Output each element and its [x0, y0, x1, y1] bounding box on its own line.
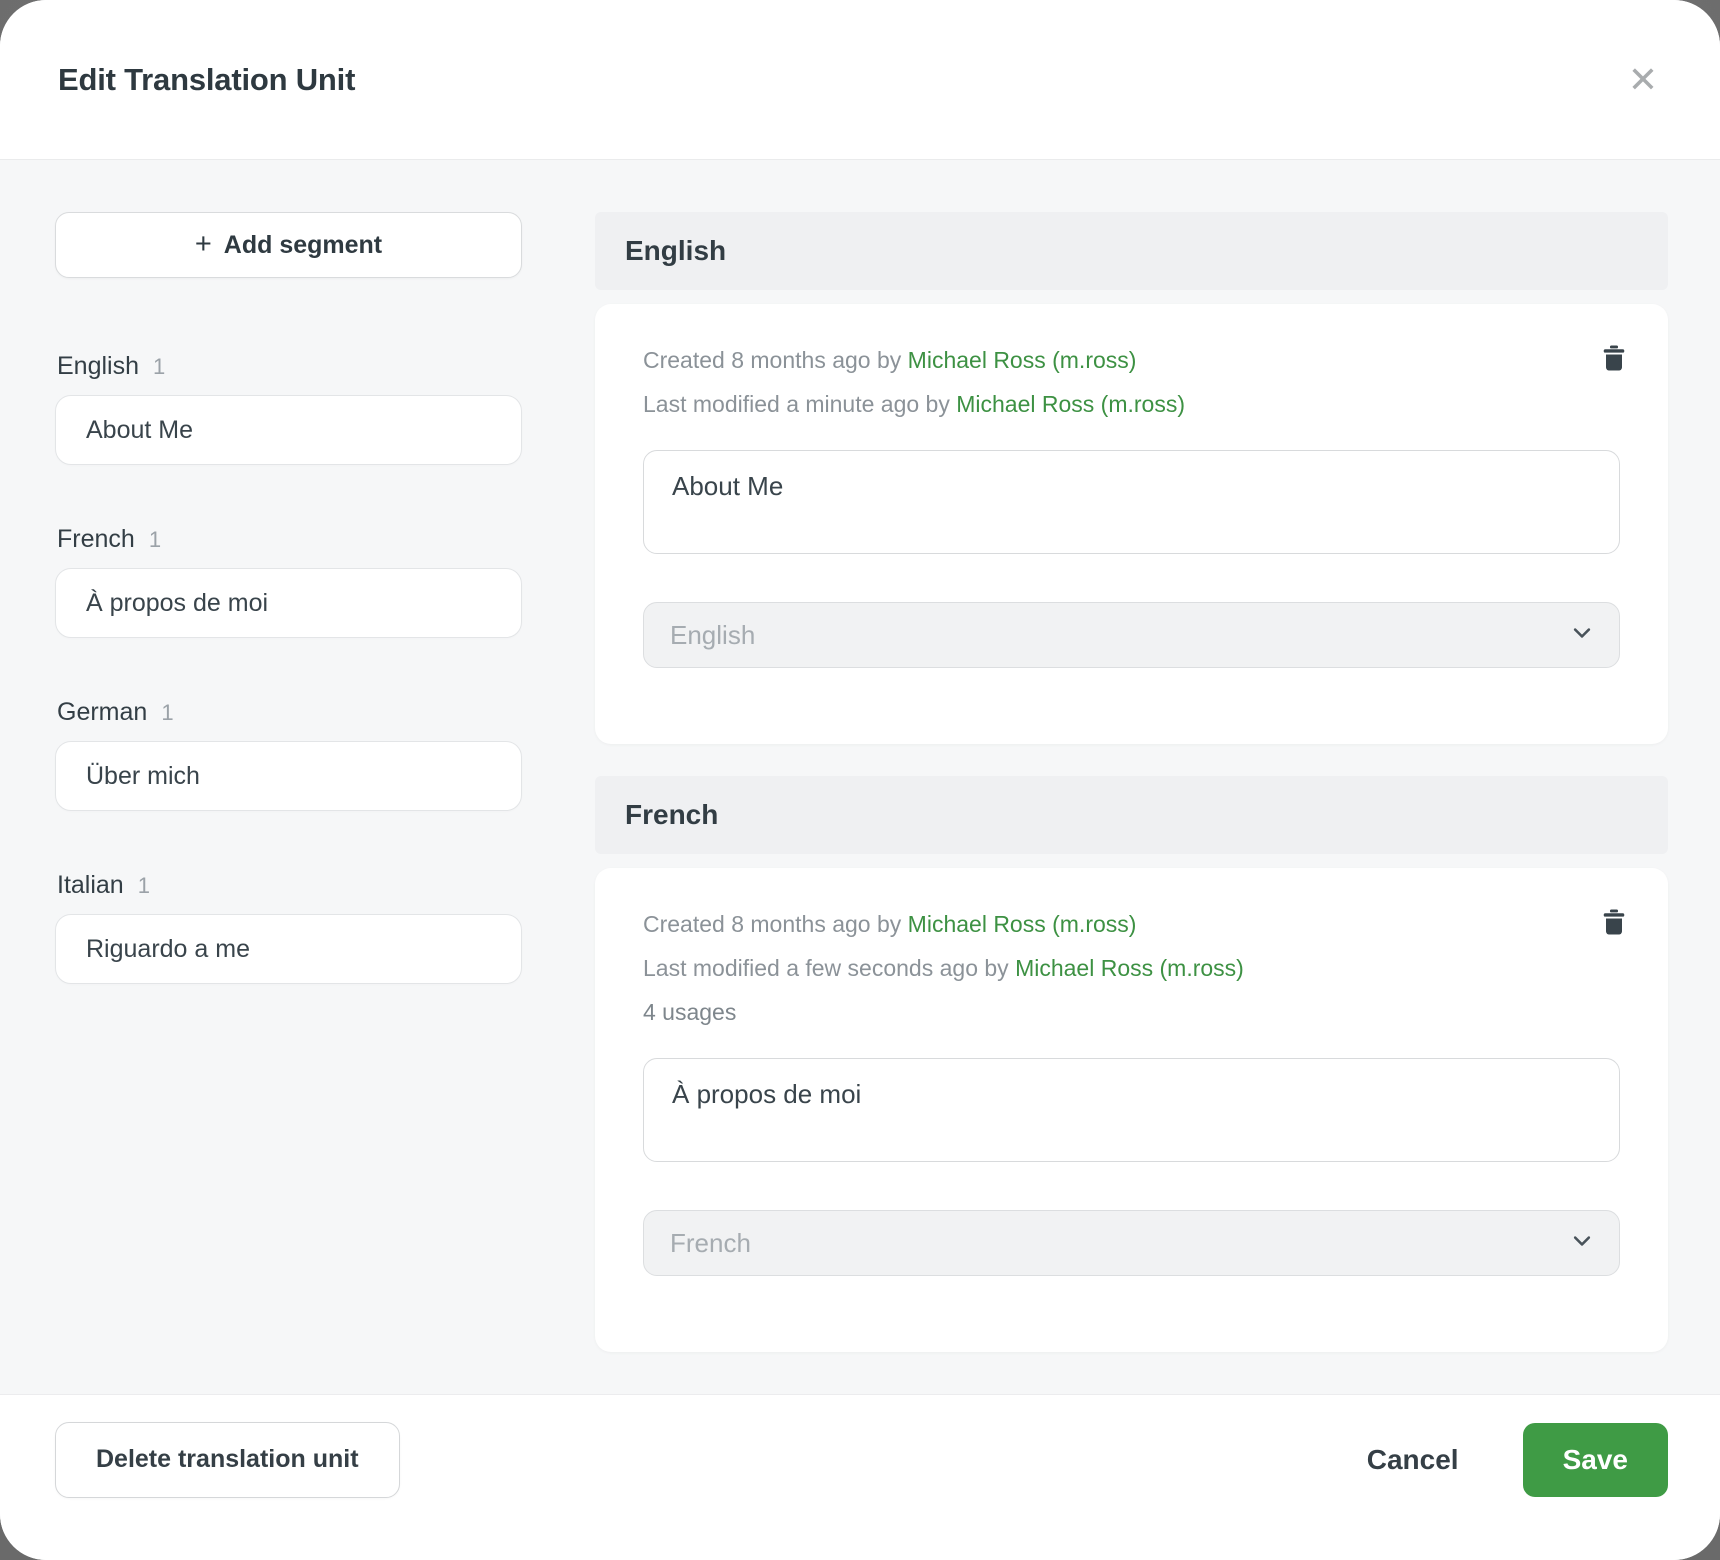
segment-card-english: Created 8 months ago by Michael Ross (m.… — [595, 304, 1668, 744]
segment-group-italian: Italian 1 Riguardo a me — [55, 871, 522, 984]
dialog-header: Edit Translation Unit ✕ — [0, 0, 1720, 160]
segment-group-french: French 1 À propos de moi — [55, 525, 522, 638]
created-line: Created 8 months ago by Michael Ross (m.… — [643, 902, 1620, 946]
segment-count: 1 — [138, 873, 150, 899]
modified-user-link[interactable]: Michael Ross (m.ross) — [956, 391, 1185, 417]
section-heading: English — [595, 212, 1668, 290]
save-button[interactable]: Save — [1523, 1423, 1668, 1497]
delete-segment-button[interactable] — [1596, 340, 1632, 379]
language-name: English — [57, 352, 139, 381]
add-segment-label: Add segment — [224, 231, 382, 260]
plus-icon: + — [195, 230, 212, 259]
segment-value-english[interactable]: About Me — [55, 395, 522, 465]
modified-line: Last modified a minute ago by Michael Ro… — [643, 382, 1620, 426]
segment-sidebar: + Add segment English 1 About Me French … — [55, 212, 522, 1044]
language-select[interactable]: English — [643, 602, 1620, 668]
usages-count: 4 usages — [643, 990, 1620, 1034]
trash-icon — [1598, 362, 1630, 377]
created-user-link[interactable]: Michael Ross (m.ross) — [908, 347, 1137, 373]
trash-icon — [1598, 926, 1630, 941]
dialog-footer: Delete translation unit Cancel Save — [0, 1394, 1720, 1560]
modified-text: Last modified a few seconds ago by — [643, 955, 1015, 981]
language-select-value: French — [670, 1228, 751, 1259]
segment-language-label: Italian 1 — [57, 871, 522, 900]
chevron-down-icon — [1571, 1228, 1593, 1259]
language-name: German — [57, 698, 147, 727]
delete-translation-unit-button[interactable]: Delete translation unit — [55, 1422, 400, 1498]
segment-count: 1 — [149, 527, 161, 553]
section-heading: French — [595, 776, 1668, 854]
modified-text: Last modified a minute ago by — [643, 391, 956, 417]
segment-count: 1 — [153, 354, 165, 380]
add-segment-button[interactable]: + Add segment — [55, 212, 522, 278]
segment-group-german: German 1 Über mich — [55, 698, 522, 811]
segment-card-french: Created 8 months ago by Michael Ross (m.… — [595, 868, 1668, 1352]
segment-language-label: German 1 — [57, 698, 522, 727]
dialog-body: + Add segment English 1 About Me French … — [0, 160, 1720, 1394]
created-text: Created 8 months ago by — [643, 347, 908, 373]
language-name: Italian — [57, 871, 124, 900]
segment-section-french: French Created 8 months ago by Michael R… — [595, 776, 1668, 1352]
modified-user-link[interactable]: Michael Ross (m.ross) — [1015, 955, 1244, 981]
segment-value-german[interactable]: Über mich — [55, 741, 522, 811]
segment-language-label: English 1 — [57, 352, 522, 381]
segment-group-english: English 1 About Me — [55, 352, 522, 465]
created-text: Created 8 months ago by — [643, 911, 908, 937]
segment-text-input[interactable]: About Me — [643, 450, 1620, 554]
segment-editors: English Created 8 months ago by Michael … — [595, 212, 1668, 1384]
segment-section-english: English Created 8 months ago by Michael … — [595, 212, 1668, 744]
segment-language-label: French 1 — [57, 525, 522, 554]
segment-value-italian[interactable]: Riguardo a me — [55, 914, 522, 984]
segment-value-french[interactable]: À propos de moi — [55, 568, 522, 638]
chevron-down-icon — [1571, 620, 1593, 651]
delete-segment-button[interactable] — [1596, 904, 1632, 943]
close-button[interactable]: ✕ — [1624, 58, 1662, 102]
edit-translation-unit-dialog: Edit Translation Unit ✕ + Add segment En… — [0, 0, 1720, 1560]
language-select-value: English — [670, 620, 755, 651]
created-user-link[interactable]: Michael Ross (m.ross) — [908, 911, 1137, 937]
page-title: Edit Translation Unit — [58, 62, 355, 98]
close-icon: ✕ — [1628, 59, 1658, 100]
language-name: French — [57, 525, 135, 554]
language-select[interactable]: French — [643, 1210, 1620, 1276]
segment-count: 1 — [161, 700, 173, 726]
cancel-button[interactable]: Cancel — [1361, 1443, 1465, 1477]
created-line: Created 8 months ago by Michael Ross (m.… — [643, 338, 1620, 382]
segment-text-input[interactable]: À propos de moi — [643, 1058, 1620, 1162]
modified-line: Last modified a few seconds ago by Micha… — [643, 946, 1620, 990]
